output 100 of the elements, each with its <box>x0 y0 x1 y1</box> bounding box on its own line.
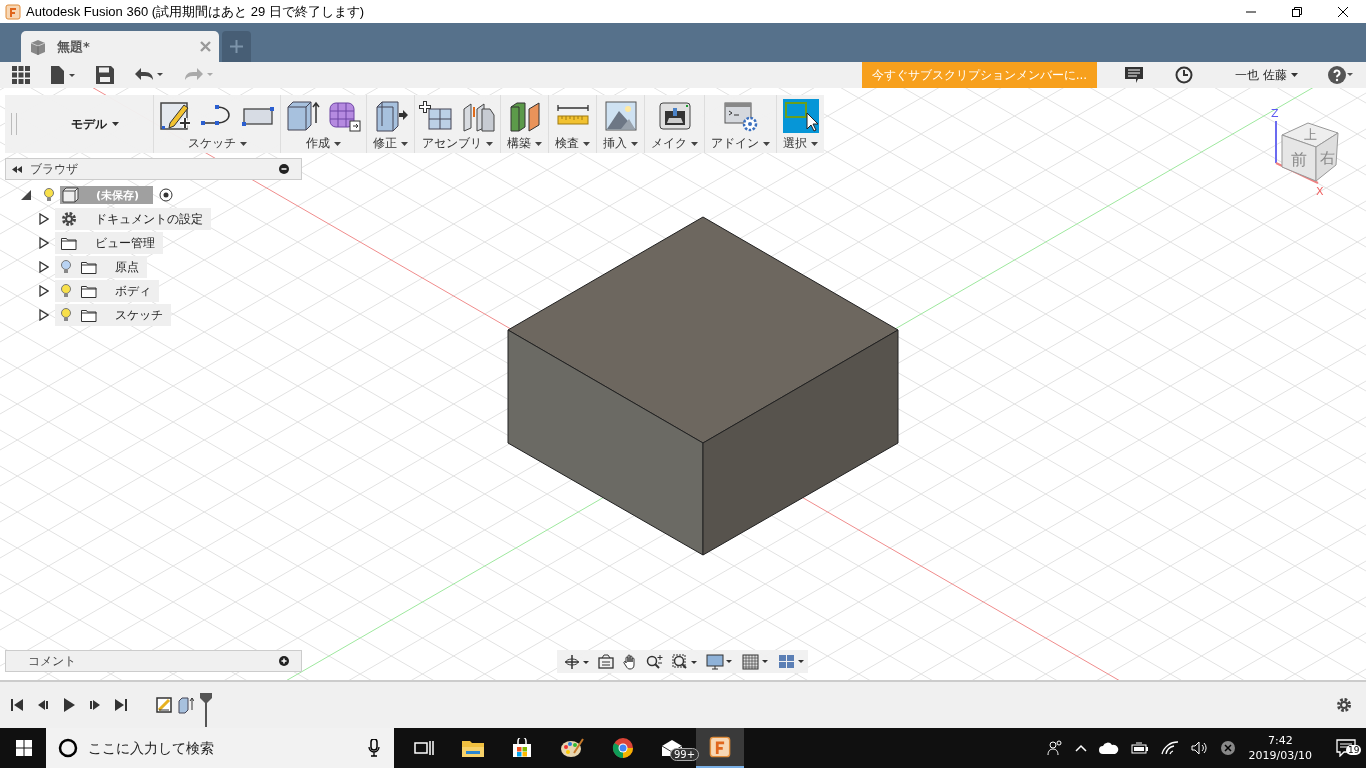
store-bag-icon[interactable] <box>512 738 532 758</box>
document-tab[interactable]: 無題* <box>21 31 219 62</box>
ribbon-menu-button[interactable]: スケッチ <box>185 135 249 152</box>
expand-triangle-icon[interactable] <box>39 261 49 273</box>
folder-icon[interactable] <box>462 739 484 757</box>
light-bulb-icon[interactable] <box>61 284 71 298</box>
ribbon-menu-button[interactable]: メイク <box>649 135 700 152</box>
notification-badge: 99+ <box>670 748 700 761</box>
help-icon[interactable] <box>1328 66 1354 84</box>
cloud-icon[interactable] <box>1098 742 1119 754</box>
fit-zoom-icon[interactable] <box>672 653 698 670</box>
light-bulb-icon[interactable] <box>61 260 71 274</box>
settings-icon[interactable] <box>1336 697 1352 713</box>
extrude-box-icon[interactable] <box>285 99 321 133</box>
selection-cursor-icon[interactable] <box>782 99 819 133</box>
task-view-icon[interactable] <box>414 740 434 756</box>
browser-item[interactable]: 原点 <box>55 256 147 278</box>
new-component-icon[interactable] <box>419 99 455 133</box>
grid-menu-icon[interactable] <box>12 66 30 84</box>
previous-step-icon[interactable] <box>36 698 50 712</box>
workspace-menu[interactable]: モデル <box>65 114 125 134</box>
z-axis-line <box>1275 120 1277 164</box>
next-step-icon[interactable] <box>88 698 102 712</box>
expand-triangle-icon[interactable] <box>39 285 49 297</box>
grid-icon[interactable] <box>742 653 770 670</box>
ribbon-menu-button[interactable]: 選択 <box>781 135 820 152</box>
timeline-marker[interactable] <box>200 693 212 727</box>
ribbon-menu-button[interactable]: 構築 <box>505 135 544 152</box>
file-menu-icon[interactable] <box>50 66 76 84</box>
browser-item[interactable]: ボディ <box>55 280 159 302</box>
view-cube-front-label: 前 <box>1291 150 1307 169</box>
view-cube[interactable] <box>1281 122 1339 182</box>
look-at-icon[interactable] <box>598 654 614 669</box>
search-input[interactable]: ここに入力して検索 <box>86 739 360 757</box>
save-icon[interactable] <box>96 66 114 84</box>
printer-icon[interactable] <box>656 99 693 133</box>
caret-icon <box>763 141 770 146</box>
last-frame-icon[interactable] <box>114 698 128 712</box>
light-bulb-icon[interactable] <box>44 188 54 202</box>
panel-title: ブラウザ <box>30 160 78 178</box>
viewports-icon[interactable] <box>778 653 806 670</box>
browser-item[interactable]: ドキュメントの設定 <box>55 208 211 230</box>
paint-palette-icon[interactable] <box>560 737 584 759</box>
folder-icon <box>81 308 97 322</box>
chevron-up-icon[interactable] <box>1074 744 1087 752</box>
radio-target-icon[interactable] <box>159 188 174 202</box>
caret-icon <box>811 141 818 146</box>
collapse-icon[interactable] <box>12 165 22 173</box>
microphone-icon[interactable] <box>368 739 380 757</box>
browser-item[interactable]: スケッチ <box>55 304 171 326</box>
caret-icon <box>583 141 590 146</box>
grid-cube-icon[interactable] <box>326 99 362 133</box>
ribbon-menu-button[interactable]: 作成 <box>304 135 343 152</box>
display-icon[interactable] <box>706 653 734 670</box>
close-circle-icon[interactable] <box>1220 741 1235 755</box>
minus-circle-icon[interactable] <box>279 164 289 174</box>
mountain-image-icon[interactable] <box>602 99 639 133</box>
light-bulb-icon[interactable] <box>61 308 71 322</box>
plus-circle-icon[interactable] <box>279 656 289 666</box>
expand-triangle-icon[interactable] <box>39 309 49 321</box>
wifi-icon[interactable] <box>1160 741 1179 755</box>
battery-icon[interactable] <box>1130 742 1149 754</box>
windows-start-icon[interactable] <box>16 740 32 756</box>
people-icon[interactable] <box>1046 740 1063 756</box>
play-icon[interactable] <box>62 698 76 712</box>
collapse-triangle-icon[interactable] <box>20 189 32 201</box>
ribbon-menu-button[interactable]: 挿入 <box>601 135 640 152</box>
zoom-icon[interactable] <box>646 653 664 670</box>
taskbar-search-field[interactable]: ここに入力して検索 <box>46 728 394 768</box>
comment-icon[interactable] <box>1125 66 1144 84</box>
chrome-icon[interactable] <box>612 737 634 759</box>
close-icon[interactable] <box>1337 5 1349 18</box>
expand-triangle-icon[interactable] <box>39 213 49 225</box>
clock-icon[interactable] <box>1175 66 1194 84</box>
ribbon-menu-button[interactable]: アドイン <box>709 135 772 152</box>
caret-icon <box>691 141 698 146</box>
user-menu[interactable]: 一也 佐藤 <box>1229 65 1304 85</box>
first-frame-icon[interactable] <box>10 698 24 712</box>
pan-hand-icon[interactable] <box>622 653 638 670</box>
caret-icon <box>334 141 341 146</box>
taskbar-time: 7:42 <box>1267 733 1293 748</box>
view-cube-right-label: 右 <box>1319 149 1335 167</box>
taskbar-app-button[interactable] <box>696 728 744 768</box>
ribbon-menu-button[interactable]: 検査 <box>553 135 592 152</box>
cube-icon <box>29 37 47 56</box>
script-gear-icon[interactable] <box>722 99 759 133</box>
ribbon-menu-button[interactable]: アセンブリ <box>420 135 495 152</box>
folder-icon <box>61 236 77 250</box>
extrude-feature-icon[interactable] <box>178 696 194 714</box>
orbit-icon[interactable] <box>564 653 590 670</box>
speaker-icon[interactable] <box>1190 741 1209 755</box>
search-circle-icon <box>58 738 78 758</box>
app-logo-icon <box>5 3 21 20</box>
box-drawing[interactable] <box>507 216 899 556</box>
window-title: Autodesk Fusion 360 (試用期間はあと 29 日で終了します) <box>26 2 365 21</box>
maximize-icon[interactable] <box>1291 5 1303 18</box>
expand-triangle-icon[interactable] <box>39 237 49 249</box>
sketch-feature-icon[interactable] <box>156 697 172 713</box>
browser-item[interactable]: ビュー管理 <box>55 232 163 254</box>
ribbon-menu-button[interactable]: 修正 <box>371 135 410 152</box>
